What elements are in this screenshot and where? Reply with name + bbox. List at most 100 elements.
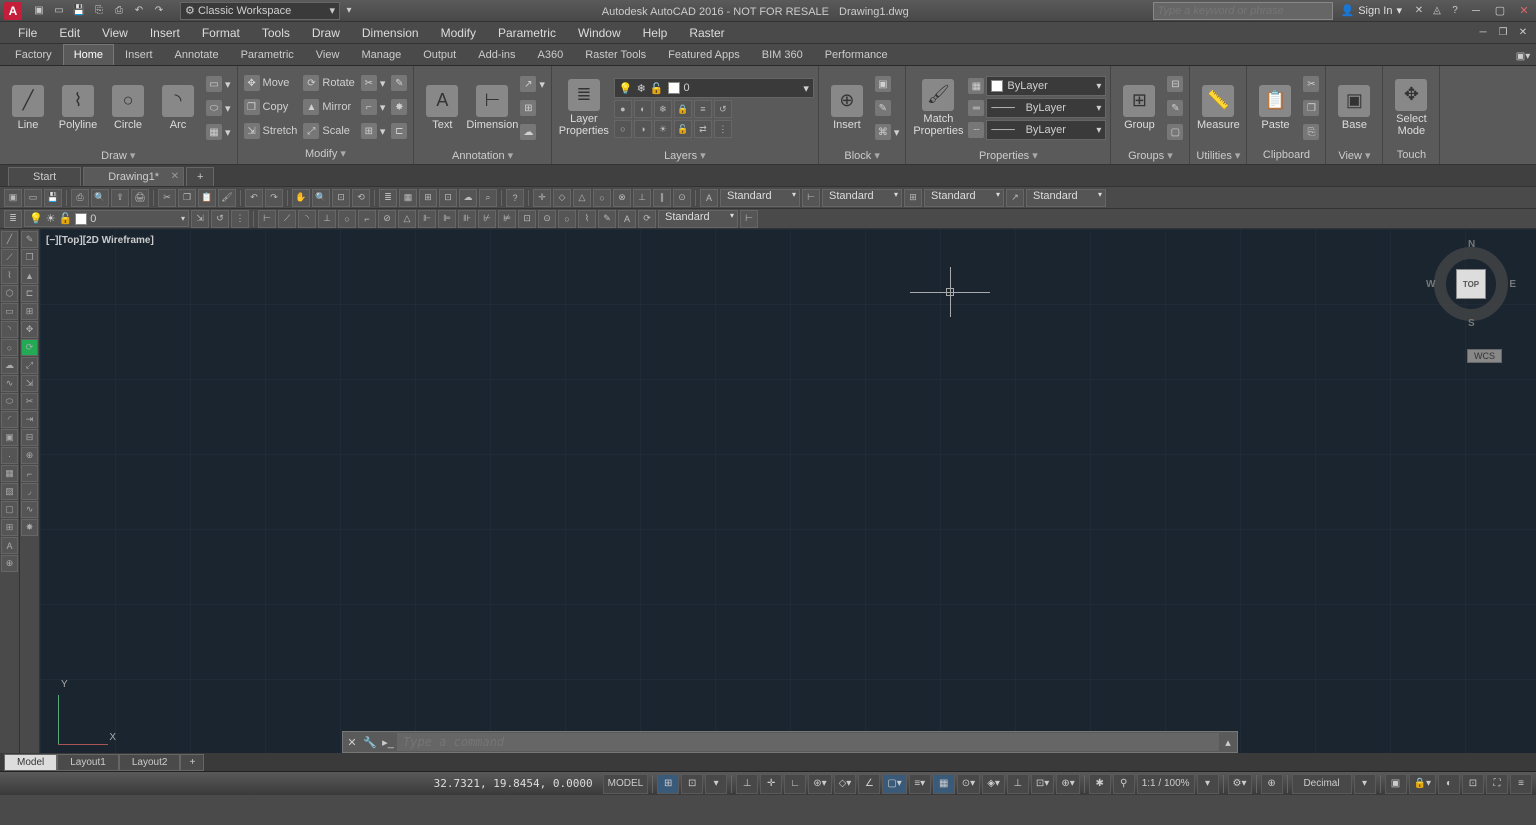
coordinate-readout[interactable]: 32.7321, 19.8454, 0.0000 — [426, 777, 601, 790]
tb-osnap8-icon[interactable]: ⊙ — [673, 189, 691, 207]
ellipse-button[interactable]: ⬭▾ — [204, 97, 233, 119]
dim-base-icon[interactable]: ⊫ — [438, 210, 456, 228]
selection-filter-toggle[interactable]: ⊡▾ — [1031, 774, 1054, 794]
cut-button[interactable]: ✂ — [1301, 73, 1321, 95]
tb-plot-icon[interactable]: ⎙ — [71, 189, 89, 207]
layer-lock-icon[interactable]: 🔒 — [674, 100, 692, 118]
close-button[interactable]: ✕ — [1512, 1, 1536, 21]
tb-osnap4-icon[interactable]: ○ — [593, 189, 611, 207]
exchange-icon[interactable]: ✕ — [1410, 2, 1428, 20]
lr-state-icon[interactable]: ⋮ — [231, 210, 249, 228]
lt-chamfer2-icon[interactable]: ⌐ — [21, 465, 38, 482]
tb-publish-icon[interactable]: ⇪ — [111, 189, 129, 207]
start-tab[interactable]: Start — [8, 167, 81, 186]
lt-blend2-icon[interactable]: ∿ — [21, 501, 38, 518]
group-button[interactable]: ⊞Group — [1115, 70, 1163, 146]
isolate-icon[interactable]: ◐ — [1438, 774, 1460, 794]
scale-button[interactable]: ⤢Scale — [301, 120, 356, 142]
lt-join2-icon[interactable]: ⊕ — [21, 447, 38, 464]
drawing-tab[interactable]: Drawing1*✕ — [83, 167, 184, 186]
panel-properties-title[interactable]: Properties — [908, 148, 1108, 163]
lt-rect-icon[interactable]: ▭ — [1, 303, 18, 320]
cmdline-expand-icon[interactable]: ▴ — [1219, 736, 1237, 749]
dim-cont-icon[interactable]: ⊪ — [458, 210, 476, 228]
tab-raster[interactable]: Raster Tools — [574, 44, 657, 65]
lt-pline-icon[interactable]: ⌇ — [1, 267, 18, 284]
dim-arc-icon[interactable]: ◝ — [298, 210, 316, 228]
lt-point-icon[interactable]: · — [1, 447, 18, 464]
tb-tablestyle-icon[interactable]: ⊞ — [904, 189, 922, 207]
tb-osnap1-icon[interactable]: ✛ — [533, 189, 551, 207]
lt-mirror2-icon[interactable]: ▲ — [21, 267, 38, 284]
layer-unlock-icon[interactable]: 🔓 — [674, 120, 692, 138]
tb-undo-icon[interactable]: ↶ — [245, 189, 263, 207]
leader-button[interactable]: ↗▾ — [518, 73, 547, 95]
lt-scale2-icon[interactable]: ⤢ — [21, 357, 38, 374]
lt-break2-icon[interactable]: ⊟ — [21, 429, 38, 446]
menu-draw[interactable]: Draw — [302, 24, 350, 42]
menu-help[interactable]: Help — [633, 24, 678, 42]
annotation-monitor-icon[interactable]: ⊕ — [1261, 774, 1283, 794]
dim-ord-icon[interactable]: ⊥ — [318, 210, 336, 228]
arc-button[interactable]: ◝Arc — [154, 70, 202, 146]
layer-match-icon[interactable]: ≡ — [694, 100, 712, 118]
tab-performance[interactable]: Performance — [814, 44, 899, 65]
lineweight-dropdown[interactable]: ─── ByLayer — [986, 98, 1106, 118]
layer-change-icon[interactable]: ⇄ — [694, 120, 712, 138]
match-properties-button[interactable]: 🖌Match Properties — [910, 70, 966, 146]
panel-view-title[interactable]: View — [1328, 148, 1380, 163]
tb-mlstyle-icon[interactable]: ↗ — [1006, 189, 1024, 207]
table-button[interactable]: ⊞ — [518, 97, 547, 119]
tb-cut-icon[interactable]: ✂ — [158, 189, 176, 207]
doc-minimize-icon[interactable]: ─ — [1474, 24, 1492, 42]
mirror-button[interactable]: ▲Mirror — [301, 96, 356, 118]
dynamic-input-toggle[interactable]: ✛ — [760, 774, 782, 794]
dim-space-icon[interactable]: ⊬ — [478, 210, 496, 228]
group-edit-button[interactable]: ✎ — [1165, 97, 1185, 119]
color-dropdown[interactable]: ByLayer — [986, 76, 1106, 96]
dim-style-combo[interactable]: Standard — [658, 210, 738, 228]
minimize-button[interactable]: ─ — [1464, 1, 1488, 21]
line-button[interactable]: ╱Line — [4, 70, 52, 146]
cmdline-close-icon[interactable]: ✕ — [343, 736, 361, 749]
units-button[interactable]: Decimal — [1292, 774, 1352, 794]
menu-raster[interactable]: Raster — [679, 24, 734, 42]
lt-table-icon[interactable]: ⊞ — [1, 519, 18, 536]
redo-icon[interactable]: ↷ — [150, 2, 168, 20]
units-dd-icon[interactable]: ▾ — [1354, 774, 1376, 794]
tb-help-icon[interactable]: ? — [506, 189, 524, 207]
menu-window[interactable]: Window — [568, 24, 631, 42]
tab-parametric[interactable]: Parametric — [230, 44, 305, 65]
stretch-button[interactable]: ⇲Stretch — [242, 120, 300, 142]
tab-home[interactable]: Home — [63, 44, 114, 65]
rectangle-button[interactable]: ▭▾ — [204, 73, 233, 95]
panel-block-title[interactable]: Block — [821, 148, 904, 163]
viewport-label[interactable]: [−][Top][2D Wireframe] — [46, 235, 154, 246]
lt-array2-icon[interactable]: ⊞ — [21, 303, 38, 320]
viewcube-top-face[interactable]: TOP — [1456, 269, 1486, 299]
lt-addsel-icon[interactable]: ⊕ — [1, 555, 18, 572]
tb-tp-icon[interactable]: ⊞ — [419, 189, 437, 207]
clip-button[interactable]: ⎘ — [1301, 121, 1321, 143]
layer-iso-icon[interactable]: ◐ — [634, 100, 652, 118]
lt-erase-icon[interactable]: ✎ — [21, 231, 38, 248]
tb-save-icon[interactable]: 💾 — [44, 189, 62, 207]
lt-circle-icon[interactable]: ○ — [1, 339, 18, 356]
viewcube-south[interactable]: S — [1468, 318, 1475, 329]
linetype-dropdown[interactable]: ─── ByLayer — [986, 120, 1106, 140]
workspace-switch-icon[interactable]: ⚙▾ — [1228, 774, 1252, 794]
base-button[interactable]: ▣Base — [1330, 70, 1378, 146]
close-tab-icon[interactable]: ✕ — [171, 171, 179, 182]
lt-copy2-icon[interactable]: ❐ — [21, 249, 38, 266]
dim-update-icon[interactable]: ⟳ — [638, 210, 656, 228]
sign-in-button[interactable]: 👤 Sign In ▾ — [1333, 4, 1410, 17]
paste-button[interactable]: 📋Paste — [1251, 70, 1299, 146]
rotate-button[interactable]: ⟳Rotate — [301, 72, 356, 94]
dynamic-ucs-toggle[interactable]: ⊥ — [1007, 774, 1029, 794]
app-icon[interactable]: A — [4, 2, 22, 20]
lt-arc-icon[interactable]: ◝ — [1, 321, 18, 338]
move-button[interactable]: ✥Move — [242, 72, 300, 94]
panel-groups-title[interactable]: Groups — [1113, 148, 1187, 163]
menu-format[interactable]: Format — [192, 24, 250, 42]
dimension-button[interactable]: ⊢Dimension — [468, 70, 516, 146]
